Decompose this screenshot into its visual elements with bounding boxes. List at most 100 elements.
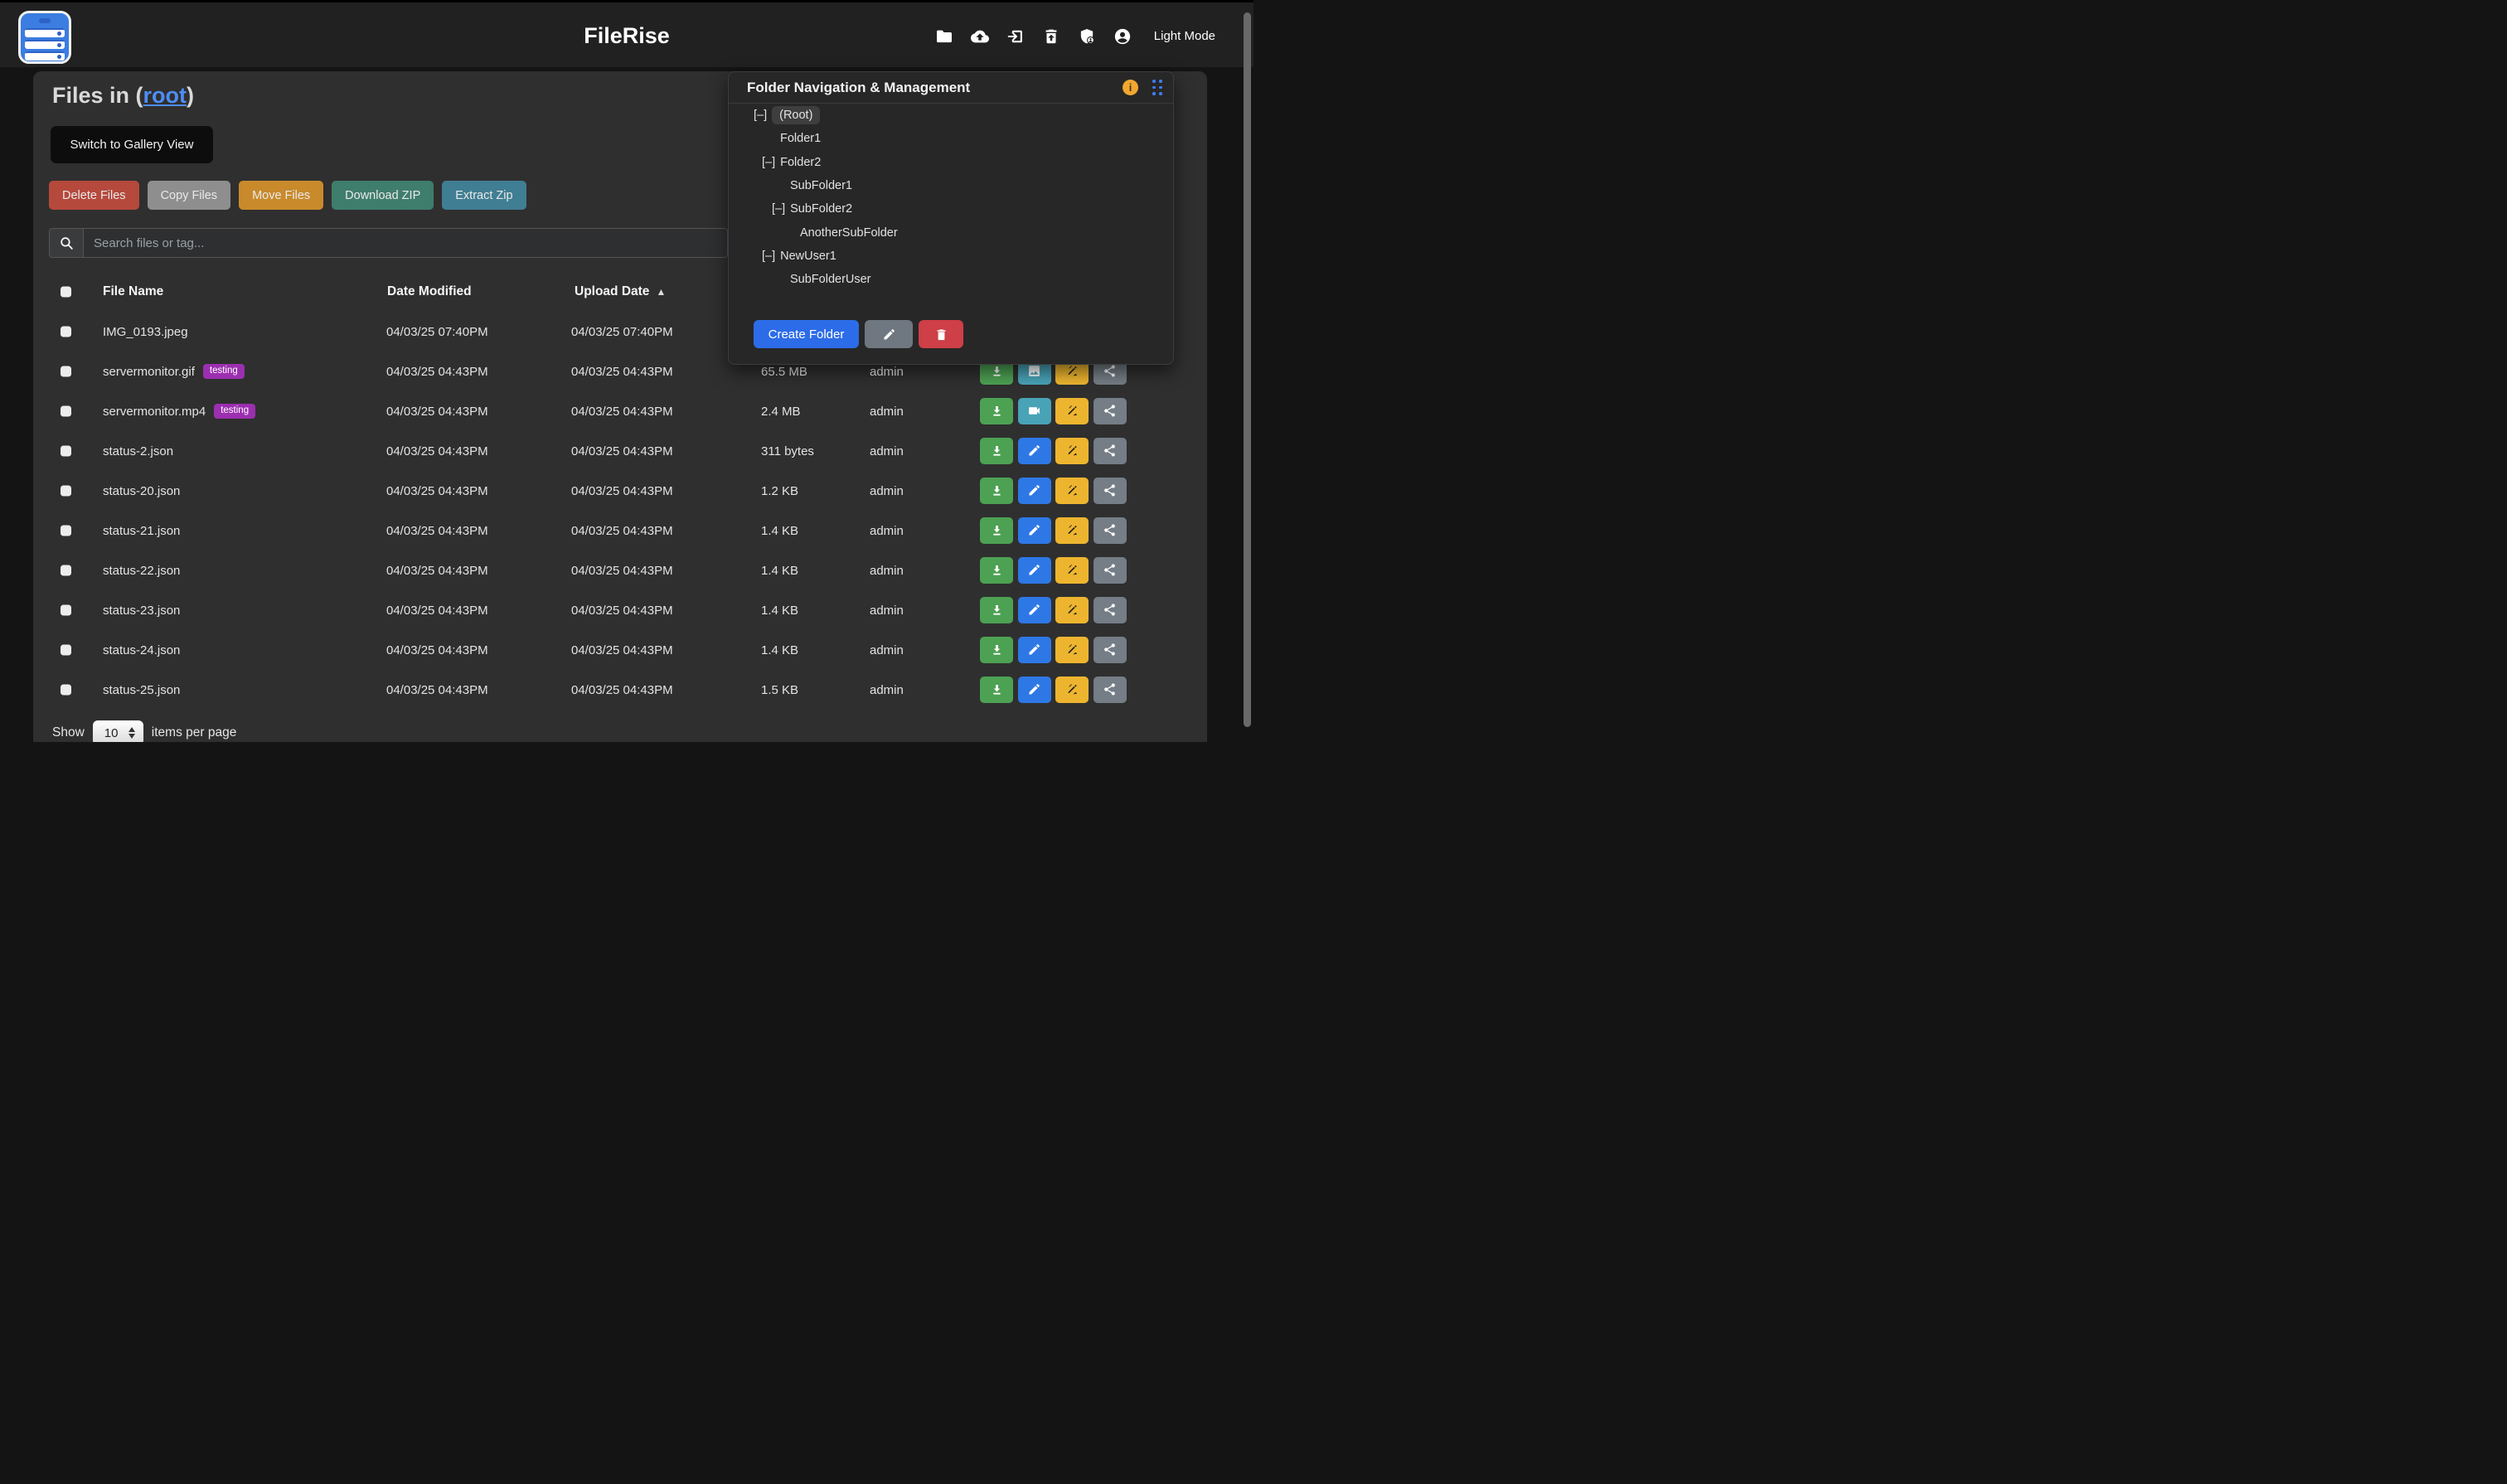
rename-button[interactable] bbox=[1055, 637, 1089, 663]
trash-restore-icon[interactable] bbox=[1042, 27, 1060, 46]
download-button[interactable] bbox=[980, 677, 1013, 703]
rename-button[interactable] bbox=[1055, 438, 1089, 464]
filerise-logo-icon[interactable] bbox=[18, 11, 71, 64]
cloud-upload-icon[interactable] bbox=[971, 27, 989, 46]
share-button[interactable] bbox=[1093, 637, 1127, 663]
file-name[interactable]: status-24.json bbox=[103, 643, 180, 657]
download-button[interactable] bbox=[980, 438, 1013, 464]
column-header-file-name[interactable]: File Name bbox=[103, 274, 163, 310]
share-button[interactable] bbox=[1093, 557, 1127, 584]
edit-file-button[interactable] bbox=[1018, 517, 1051, 544]
tree-item-subfolder2[interactable]: [–] SubFolder2 bbox=[729, 197, 1173, 221]
download-button[interactable] bbox=[980, 637, 1013, 663]
download-button[interactable] bbox=[980, 517, 1013, 544]
file-name[interactable]: status-20.json bbox=[103, 484, 180, 498]
file-name[interactable]: status-25.json bbox=[103, 683, 180, 697]
edit-file-button[interactable] bbox=[1018, 597, 1051, 623]
rename-button[interactable] bbox=[1055, 398, 1089, 424]
column-header-date-modified[interactable]: Date Modified bbox=[387, 274, 472, 310]
tree-item-newuser1[interactable]: [–]NewUser1 bbox=[729, 245, 1173, 268]
delete-folder-button[interactable] bbox=[919, 320, 963, 348]
file-name[interactable]: servermonitor.gif bbox=[103, 365, 195, 379]
rename-folder-button[interactable] bbox=[865, 320, 913, 348]
tree-item-anothersubfolder[interactable]: AnotherSubFolder bbox=[729, 221, 1173, 244]
create-folder-button[interactable]: Create Folder bbox=[754, 320, 859, 348]
header-actions: Light Mode bbox=[935, 2, 1215, 70]
copy-files-button[interactable]: Copy Files bbox=[148, 181, 231, 210]
root-folder-link[interactable]: root bbox=[143, 83, 187, 108]
search-input[interactable] bbox=[83, 228, 728, 258]
row-checkbox[interactable] bbox=[61, 645, 71, 656]
edit-file-button[interactable] bbox=[1018, 677, 1051, 703]
logout-icon[interactable] bbox=[1006, 27, 1025, 46]
row-checkbox[interactable] bbox=[61, 685, 71, 696]
preview-video-button[interactable] bbox=[1018, 398, 1051, 424]
admin-shield-icon[interactable] bbox=[1078, 27, 1096, 46]
row-checkbox[interactable] bbox=[61, 565, 71, 576]
tree-item-subfolder1[interactable]: SubFolder1 bbox=[729, 174, 1173, 197]
edit-file-button[interactable] bbox=[1018, 438, 1051, 464]
row-checkbox[interactable] bbox=[61, 486, 71, 497]
rename-button[interactable] bbox=[1055, 478, 1089, 504]
upload-date: 04/03/25 04:43PM bbox=[571, 670, 673, 710]
download-button[interactable] bbox=[980, 478, 1013, 504]
row-checkbox[interactable] bbox=[61, 605, 71, 616]
items-per-page-select[interactable]: 10 bbox=[93, 720, 143, 742]
tree-item-subfolderuser[interactable]: SubFolderUser bbox=[729, 268, 1173, 291]
page-scrollbar-thumb[interactable] bbox=[1244, 12, 1251, 727]
tree-collapse-toggle[interactable]: [–] bbox=[762, 250, 775, 263]
light-mode-toggle[interactable]: Light Mode bbox=[1154, 29, 1215, 43]
drag-handle-icon[interactable] bbox=[1152, 80, 1163, 96]
share-button[interactable] bbox=[1093, 517, 1127, 544]
rename-button[interactable] bbox=[1055, 597, 1089, 623]
share-button[interactable] bbox=[1093, 597, 1127, 623]
move-files-button[interactable]: Move Files bbox=[239, 181, 323, 210]
share-button[interactable] bbox=[1093, 438, 1127, 464]
folder-icon[interactable] bbox=[935, 27, 953, 46]
file-size: 1.4 KB bbox=[761, 511, 798, 550]
row-actions bbox=[980, 517, 1127, 544]
download-zip-button[interactable]: Download ZIP bbox=[332, 181, 434, 210]
delete-files-button[interactable]: Delete Files bbox=[49, 181, 139, 210]
info-icon[interactable]: i bbox=[1123, 80, 1138, 95]
row-checkbox[interactable] bbox=[61, 446, 71, 457]
rename-button[interactable] bbox=[1055, 677, 1089, 703]
tree-collapse-toggle[interactable]: [–] bbox=[754, 109, 767, 122]
tree-item-root[interactable]: [–](Root) bbox=[729, 104, 1173, 127]
edit-file-button[interactable] bbox=[1018, 557, 1051, 584]
edit-file-button[interactable] bbox=[1018, 478, 1051, 504]
tree-collapse-toggle[interactable]: [–] bbox=[772, 202, 785, 216]
row-checkbox[interactable] bbox=[61, 406, 71, 417]
uploader: admin bbox=[870, 471, 904, 511]
file-name[interactable]: status-23.json bbox=[103, 604, 180, 618]
rename-button[interactable] bbox=[1055, 557, 1089, 584]
file-name[interactable]: status-21.json bbox=[103, 524, 180, 538]
file-name[interactable]: servermonitor.mp4 bbox=[103, 405, 206, 419]
account-circle-icon[interactable] bbox=[1113, 27, 1132, 46]
rename-button[interactable] bbox=[1055, 517, 1089, 544]
file-name[interactable]: IMG_0193.jpeg bbox=[103, 325, 188, 339]
download-button[interactable] bbox=[980, 557, 1013, 584]
tree-item-folder2[interactable]: [–]Folder2 bbox=[729, 151, 1173, 174]
extract-zip-button[interactable]: Extract Zip bbox=[442, 181, 526, 210]
download-button[interactable] bbox=[980, 597, 1013, 623]
select-all-checkbox[interactable] bbox=[61, 287, 71, 298]
file-name[interactable]: status-2.json bbox=[103, 444, 173, 458]
share-button[interactable] bbox=[1093, 398, 1127, 424]
switch-gallery-view-button[interactable]: Switch to Gallery View bbox=[51, 126, 213, 163]
tree-collapse-toggle[interactable]: [–] bbox=[762, 156, 775, 169]
share-button[interactable] bbox=[1093, 677, 1127, 703]
row-checkbox[interactable] bbox=[61, 327, 71, 337]
search-bar bbox=[49, 228, 728, 258]
edit-file-button[interactable] bbox=[1018, 637, 1051, 663]
download-button[interactable] bbox=[980, 398, 1013, 424]
share-button[interactable] bbox=[1093, 478, 1127, 504]
tree-item-label: SubFolder2 bbox=[790, 202, 852, 216]
upload-date: 04/03/25 04:43PM bbox=[571, 511, 673, 550]
column-header-upload-date[interactable]: Upload Date▲ bbox=[575, 274, 666, 310]
tree-item-folder1[interactable]: Folder1 bbox=[729, 127, 1173, 150]
file-name[interactable]: status-22.json bbox=[103, 564, 180, 578]
search-icon bbox=[49, 228, 83, 258]
row-checkbox[interactable] bbox=[61, 526, 71, 536]
row-checkbox[interactable] bbox=[61, 366, 71, 377]
